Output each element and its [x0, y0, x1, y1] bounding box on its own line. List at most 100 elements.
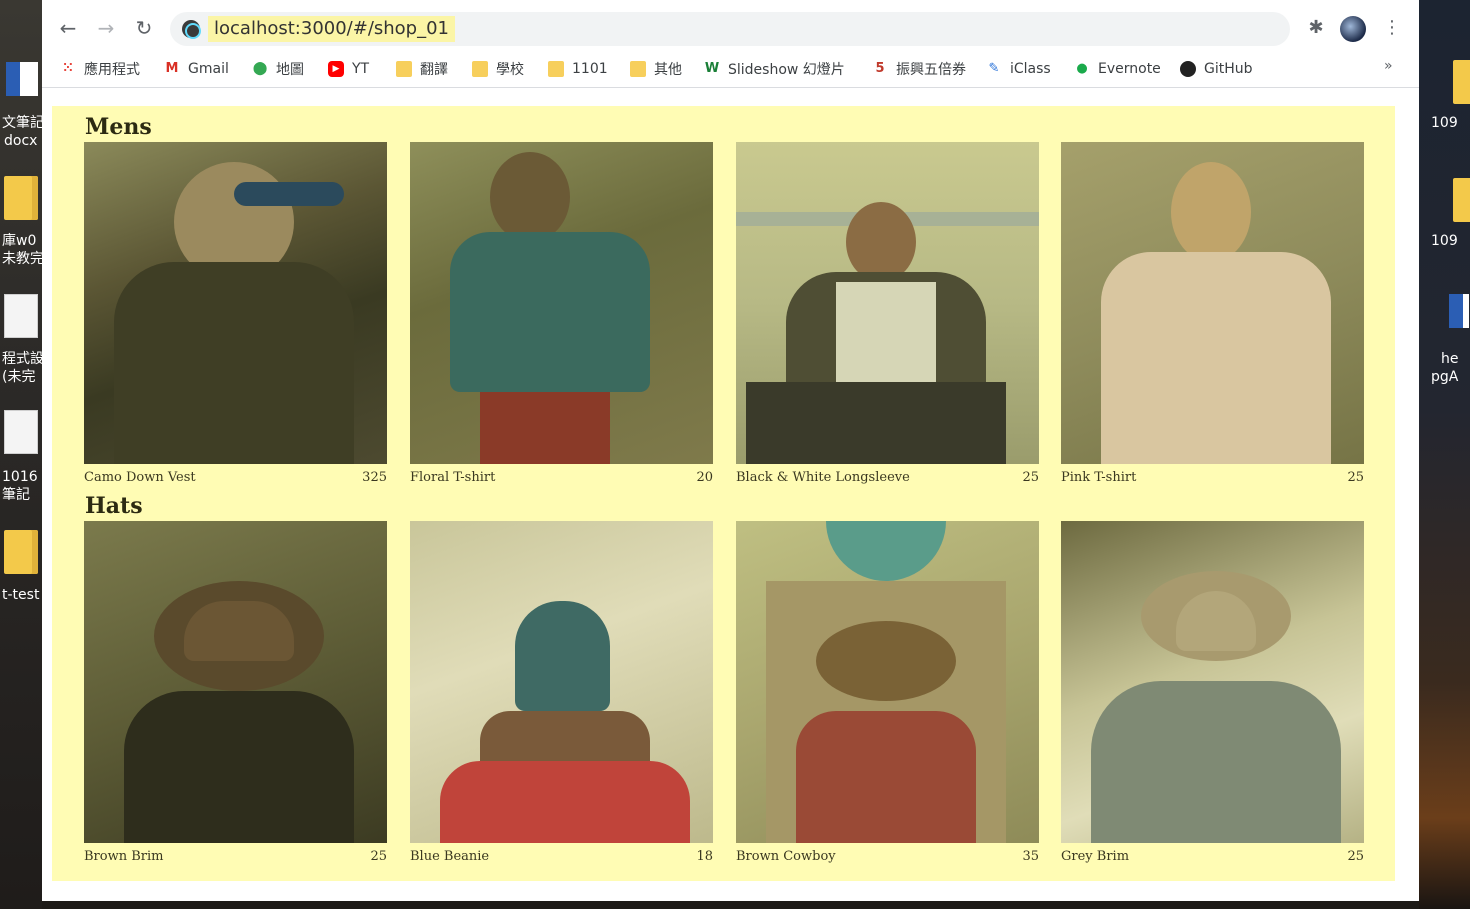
product-price: 25 — [1022, 470, 1039, 485]
product-card[interactable]: Brown Cowboy 35 — [736, 521, 1039, 864]
product-card[interactable]: Camo Down Vest 325 — [84, 142, 387, 485]
react-site-icon — [182, 20, 201, 39]
bookmark-maps[interactable]: ⬤ 地圖 — [252, 59, 304, 79]
product-card[interactable]: Floral T-shirt 20 — [410, 142, 713, 485]
product-price: 35 — [1022, 849, 1039, 864]
bookmark-slideshow[interactable]: W Slideshow 幻燈片 — [704, 59, 845, 79]
bookmark-folder-other[interactable]: 其他 — [630, 59, 682, 79]
product-caption: Pink T-shirt 25 — [1061, 470, 1364, 488]
evernote-icon: ● — [1076, 61, 1088, 76]
word-file-icon[interactable] — [6, 62, 38, 96]
browser-toolbar: ← → ↻ localhost:3000/#/shop_01 ✱ ⋮ — [42, 0, 1419, 50]
back-arrow-icon[interactable]: ← — [54, 14, 82, 42]
section-title[interactable]: Hats — [85, 492, 143, 520]
desktop-label: 庫w0 — [2, 233, 37, 249]
desktop-label: t-test — [2, 587, 40, 603]
bookmarks-more-chevron[interactable]: » — [1384, 58, 1393, 74]
folder-icon[interactable] — [4, 530, 38, 574]
product-name: Black & White Longsleeve — [736, 470, 910, 485]
five-logo-icon: 5 — [875, 61, 885, 76]
bookmark-iclass[interactable]: ✎ iClass — [986, 59, 1051, 79]
product-price: 20 — [696, 470, 713, 485]
product-caption: Blue Beanie 18 — [410, 849, 713, 867]
product-image[interactable] — [84, 142, 387, 464]
desktop-label: pgA — [1431, 369, 1459, 385]
product-caption: Camo Down Vest 325 — [84, 470, 387, 488]
bookmark-evernote[interactable]: ● Evernote — [1074, 59, 1160, 79]
bookmark-label: 學校 — [496, 62, 524, 78]
product-name: Floral T-shirt — [410, 470, 496, 485]
product-card[interactable]: Black & White Longsleeve 25 — [736, 142, 1039, 485]
bookmark-label: 翻譯 — [420, 62, 448, 78]
product-price: 25 — [1347, 470, 1364, 485]
product-caption: Brown Brim 25 — [84, 849, 387, 867]
folder-icon[interactable] — [1453, 60, 1470, 104]
product-price: 18 — [696, 849, 713, 864]
product-card[interactable]: Brown Brim 25 — [84, 521, 387, 864]
product-price: 25 — [370, 849, 387, 864]
bookmark-label: 振興五倍券 — [896, 62, 966, 78]
desktop-label: 程式設 — [2, 351, 42, 367]
maps-pin-icon: ⬤ — [252, 61, 268, 76]
bookmark-five-voucher[interactable]: 5 振興五倍券 — [872, 59, 966, 79]
product-image[interactable] — [736, 521, 1039, 843]
product-name: Camo Down Vest — [84, 470, 196, 485]
bookmark-label: YT — [352, 61, 370, 77]
bookmark-folder-school[interactable]: 學校 — [472, 59, 524, 79]
desktop-label: 1016 — [2, 469, 38, 485]
product-image[interactable] — [1061, 521, 1364, 843]
bookmark-folder-translate[interactable]: 翻譯 — [396, 59, 448, 79]
bookmark-yt[interactable]: ▶ YT — [328, 59, 369, 79]
product-image[interactable] — [736, 142, 1039, 464]
bookmark-label: Gmail — [188, 61, 229, 77]
product-card[interactable]: Blue Beanie 18 — [410, 521, 713, 864]
folder-icon — [472, 61, 488, 77]
bookmark-label: 地圖 — [276, 62, 304, 78]
product-card[interactable]: Pink T-shirt 25 — [1061, 142, 1364, 485]
product-price: 325 — [362, 470, 387, 485]
bookmark-folder-1101[interactable]: 1101 — [548, 59, 608, 79]
w-logo-icon: W — [704, 61, 720, 76]
bookmark-gmail[interactable]: M Gmail — [164, 59, 229, 79]
profile-avatar[interactable] — [1340, 16, 1366, 42]
product-caption: Floral T-shirt 20 — [410, 470, 713, 488]
apps-grid-icon: ⁙ — [62, 61, 74, 76]
bookmark-github[interactable]: GitHub — [1180, 59, 1253, 79]
folder-icon — [396, 61, 412, 77]
bookmark-label: iClass — [1010, 61, 1051, 77]
product-name: Brown Brim — [84, 849, 164, 864]
word-file-icon[interactable] — [1449, 294, 1469, 328]
product-image[interactable] — [410, 521, 713, 843]
reload-icon[interactable]: ↻ — [130, 14, 158, 42]
product-caption: Grey Brim 25 — [1061, 849, 1364, 867]
product-name: Grey Brim — [1061, 849, 1130, 864]
desktop-label: (未完 — [2, 369, 36, 385]
desktop-label: 筆記 — [2, 487, 30, 503]
product-price: 25 — [1347, 849, 1364, 864]
product-image[interactable] — [1061, 142, 1364, 464]
address-bar[interactable]: localhost:3000/#/shop_01 — [170, 12, 1290, 46]
forward-arrow-icon[interactable]: → — [92, 14, 120, 42]
bookmarks-bar: ⁙ 應用程式 M Gmail ⬤ 地圖 ▶ YT 翻譯 學校 1101 其他 W… — [42, 50, 1419, 88]
section-title[interactable]: Mens — [85, 113, 152, 141]
github-icon — [1180, 61, 1196, 77]
desktop-label: 未教完 — [2, 251, 42, 267]
folder-icon[interactable] — [1453, 178, 1470, 222]
product-card[interactable]: Grey Brim 25 — [1061, 521, 1364, 864]
file-icon[interactable] — [4, 410, 38, 454]
bookmark-label: 1101 — [572, 61, 608, 77]
menu-kebab-icon[interactable]: ⋮ — [1380, 16, 1404, 40]
desktop-label: 109 — [1431, 233, 1458, 249]
bookmark-label: 應用程式 — [84, 62, 140, 78]
product-image[interactable] — [410, 142, 713, 464]
extensions-puzzle-icon[interactable]: ✱ — [1304, 16, 1328, 40]
bookmark-apps[interactable]: ⁙ 應用程式 — [60, 59, 140, 79]
product-caption: Black & White Longsleeve 25 — [736, 470, 1039, 488]
product-name: Blue Beanie — [410, 849, 490, 864]
file-icon[interactable] — [4, 294, 38, 338]
product-image[interactable] — [84, 521, 387, 843]
folder-icon[interactable] — [4, 176, 38, 220]
url-text[interactable]: localhost:3000/#/shop_01 — [208, 16, 456, 42]
gmail-icon: M — [165, 61, 179, 76]
folder-icon — [548, 61, 564, 77]
